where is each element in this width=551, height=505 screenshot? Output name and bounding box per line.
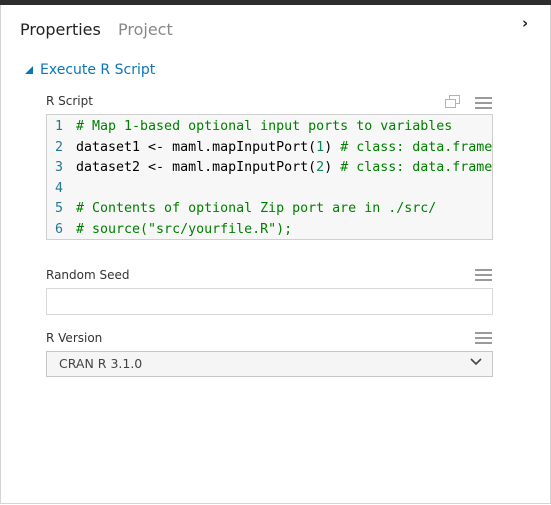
code-token: # class: data.frame: [340, 160, 493, 175]
code-text: # source("src/yourfile.R");: [76, 220, 292, 240]
line-number: 2: [55, 139, 64, 155]
line-number: 3: [55, 160, 64, 175]
line-number: 4: [55, 180, 64, 196]
line-number: 1: [55, 119, 64, 134]
r-version-selected-value: CRAN R 3.1.0: [59, 356, 143, 371]
code-token: # Contents of optional Zip port are in .…: [76, 201, 437, 216]
code-token: ): [324, 160, 341, 175]
code-token: # source("src/yourfile.R");: [76, 221, 293, 237]
section-title: Execute R Script: [40, 62, 156, 78]
chevron-down-icon: [470, 358, 482, 366]
tab-project[interactable]: Project: [118, 19, 173, 41]
code-token: ): [324, 139, 341, 155]
popout-editor-icon[interactable]: [445, 95, 461, 109]
code-token: 2: [316, 160, 325, 175]
r-script-code-editor[interactable]: 1 # Map 1-based optional input ports to v…: [46, 114, 493, 240]
code-token: dataset1 <- maml.mapInputPort(: [76, 139, 317, 155]
r-version-menu-icon[interactable]: [475, 331, 492, 345]
r-script-label: R Script: [46, 94, 93, 108]
collapse-panel-chevron-icon[interactable]: ›: [522, 14, 528, 32]
code-token: dataset2 <- maml.mapInputPort(: [76, 160, 317, 175]
section-execute-r-script[interactable]: Execute R Script: [25, 60, 155, 80]
code-token: # class: data.frame: [340, 139, 493, 155]
code-text: dataset2 <- maml.mapInputPort(2) # class…: [76, 158, 492, 178]
r-version-label: R Version: [46, 331, 103, 345]
line-number: 5: [55, 201, 64, 216]
code-text: # Map 1-based optional input ports to va…: [76, 117, 452, 137]
line-number: 6: [55, 221, 64, 237]
random-seed-label: Random Seed: [46, 268, 130, 282]
code-text: dataset1 <- maml.mapInputPort(1) # class…: [76, 138, 492, 158]
properties-panel: Properties Project › Execute R Script: [0, 5, 551, 504]
random-seed-input[interactable]: [46, 288, 493, 315]
code-token: # Map 1-based optional input ports to va…: [76, 119, 453, 134]
random-seed-menu-icon[interactable]: [475, 268, 492, 282]
code-text: # Contents of optional Zip port are in .…: [76, 199, 436, 219]
tab-properties[interactable]: Properties: [20, 19, 101, 41]
expanded-triangle-icon: [25, 66, 33, 74]
r-script-menu-icon[interactable]: [475, 96, 492, 110]
code-token: 1: [316, 139, 325, 155]
r-version-select[interactable]: CRAN R 3.1.0: [46, 351, 493, 377]
